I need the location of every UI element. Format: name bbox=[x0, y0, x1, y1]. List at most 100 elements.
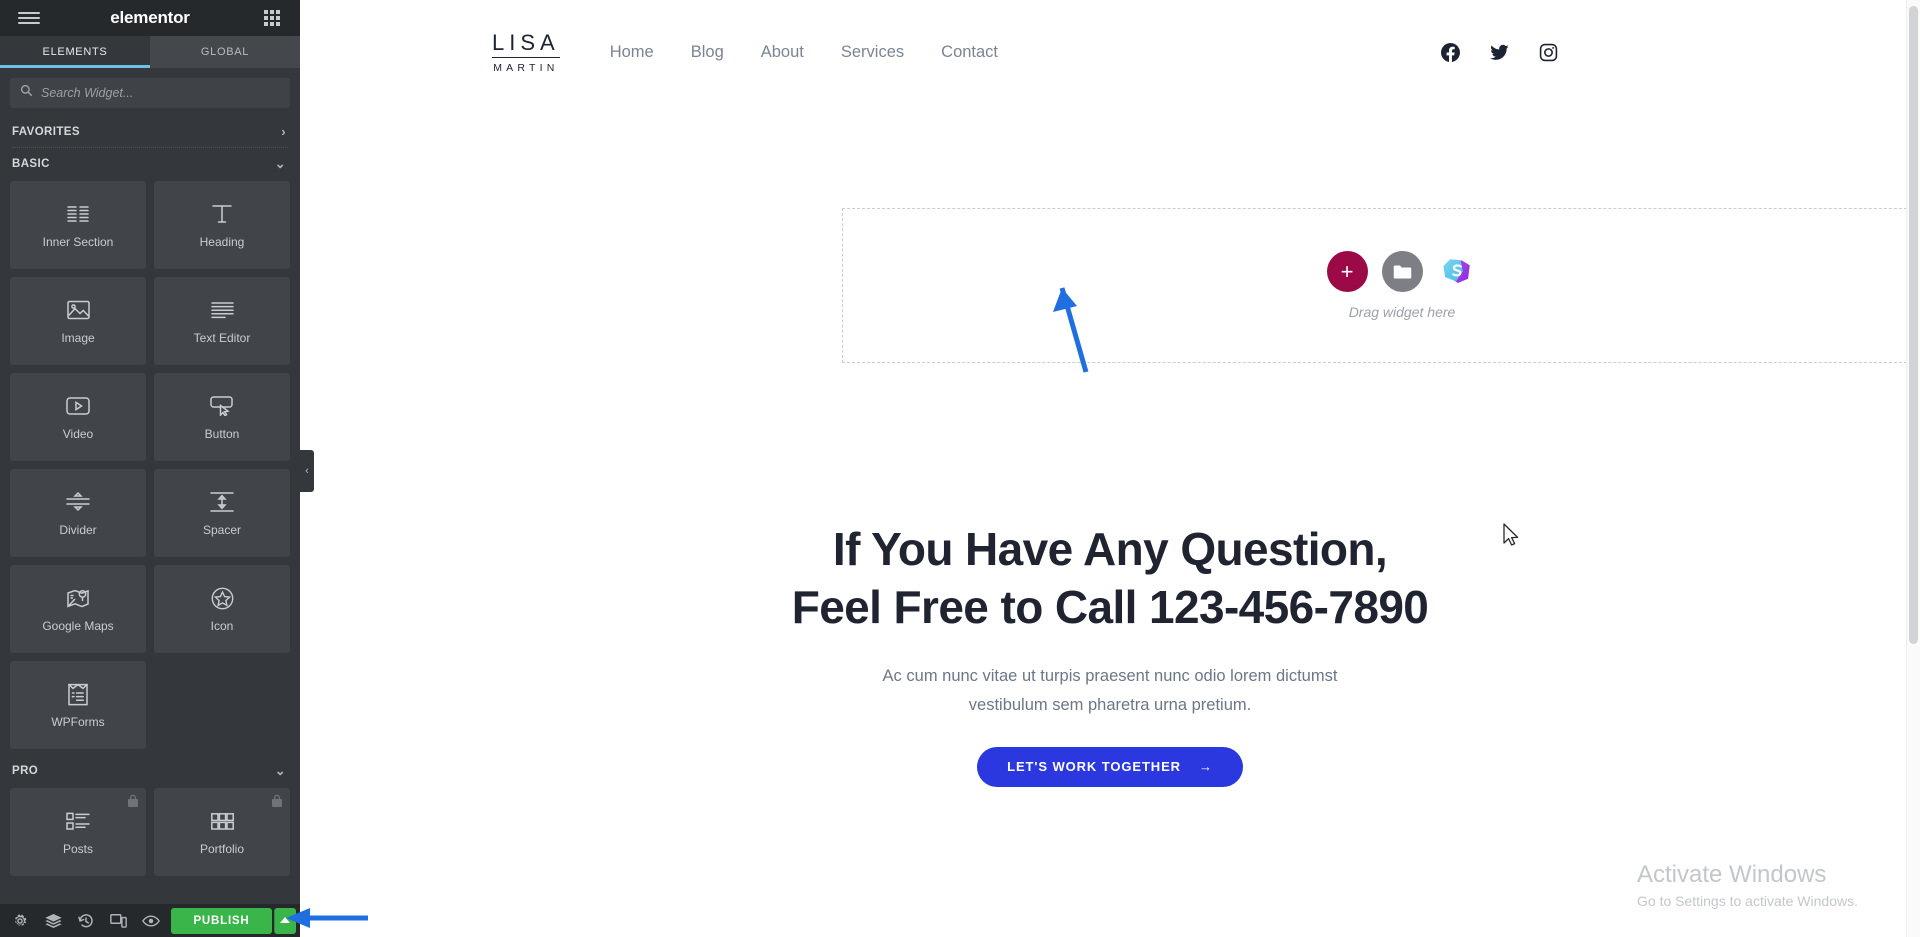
cta-label: LET'S WORK TOGETHER bbox=[1007, 759, 1181, 775]
posts-icon bbox=[66, 808, 90, 834]
site-header: LISA MARTIN Home Blog About Services Con… bbox=[300, 0, 1920, 105]
instagram-icon[interactable] bbox=[1539, 43, 1558, 62]
widget-video[interactable]: Video bbox=[10, 373, 146, 461]
search-widget-area bbox=[0, 68, 300, 116]
divider-icon bbox=[66, 489, 90, 515]
widget-icon[interactable]: Icon bbox=[154, 565, 290, 653]
search-input[interactable] bbox=[41, 86, 280, 100]
widget-button[interactable]: Button bbox=[154, 373, 290, 461]
watermark-title: Activate Windows bbox=[1637, 860, 1827, 888]
panel-tabs: ELEMENTS GLOBAL bbox=[0, 36, 300, 68]
widget-grid-pro: Posts Portfolio bbox=[0, 786, 300, 882]
section-header-pro[interactable]: PRO ⌄ bbox=[0, 755, 300, 786]
video-icon bbox=[66, 393, 90, 419]
chevron-right-icon: › bbox=[281, 124, 286, 139]
image-icon bbox=[66, 297, 90, 323]
widget-label: Inner Section bbox=[42, 235, 114, 249]
widget-portfolio[interactable]: Portfolio bbox=[154, 788, 290, 876]
section-title-basic: BASIC bbox=[12, 157, 50, 170]
nav-item-contact[interactable]: Contact bbox=[941, 43, 998, 62]
site-logo[interactable]: LISA MARTIN bbox=[492, 31, 560, 74]
publish-button[interactable]: PUBLISH bbox=[171, 907, 272, 934]
panel-body: FAVORITES › BASIC ⌄ Inner Section bbox=[0, 68, 300, 904]
google-maps-icon bbox=[66, 585, 90, 611]
panel-footer: PUBLISH bbox=[0, 904, 300, 937]
text-editor-icon bbox=[210, 297, 234, 323]
dropzone-buttons: + bbox=[1326, 251, 1478, 292]
hero-paragraph: Ac cum nunc vitae ut turpis praesent nun… bbox=[300, 662, 1920, 721]
canvas-scrollbar[interactable] bbox=[1906, 0, 1920, 937]
widget-label: WPForms bbox=[51, 715, 105, 729]
widget-label: Heading bbox=[199, 235, 245, 249]
navigator-icon[interactable] bbox=[37, 904, 70, 937]
publish-options-button[interactable] bbox=[273, 907, 297, 934]
hamburger-icon[interactable] bbox=[18, 7, 40, 29]
arrow-right-icon: → bbox=[1198, 759, 1213, 775]
panel-collapse-handle[interactable]: ‹ bbox=[300, 450, 314, 492]
logo-line-2: MARTIN bbox=[493, 61, 559, 74]
hero-heading-line-2: Feel Free to Call 123-456-7890 bbox=[791, 581, 1429, 634]
star-icon bbox=[211, 585, 234, 611]
logo-line-1: LISA bbox=[492, 31, 560, 58]
hero-paragraph-line-1: Ac cum nunc vitae ut turpis praesent nun… bbox=[882, 666, 1338, 685]
widget-label: Spacer bbox=[202, 523, 242, 537]
section-header-favorites[interactable]: FAVORITES › bbox=[0, 116, 300, 147]
nav-item-services[interactable]: Services bbox=[841, 43, 904, 62]
elementor-editor: elementor ELEMENTS GLOBAL Search Widget.… bbox=[0, 0, 1920, 937]
dropzone-label: Drag widget here bbox=[1348, 304, 1456, 320]
section-title-favorites: FAVORITES bbox=[12, 125, 80, 138]
section-header-basic[interactable]: BASIC ⌄ bbox=[0, 148, 300, 179]
widget-inner-section[interactable]: Inner Section bbox=[10, 181, 146, 269]
history-icon[interactable] bbox=[69, 904, 102, 937]
drag-widget-dropzone[interactable]: + Drag widget here bbox=[842, 208, 1920, 363]
tab-elements[interactable]: ELEMENTS bbox=[0, 36, 150, 68]
portfolio-icon bbox=[210, 808, 234, 834]
widget-label: Button bbox=[204, 427, 240, 441]
lets-work-together-button[interactable]: LET'S WORK TOGETHER → bbox=[977, 746, 1243, 787]
widget-heading[interactable]: Heading bbox=[154, 181, 290, 269]
add-new-section-button[interactable]: + bbox=[1326, 251, 1368, 292]
watermark-subtitle: Go to Settings to activate Windows. bbox=[1637, 893, 1858, 909]
widget-grid-basic: Inner Section Heading Image Text Editor … bbox=[0, 179, 300, 755]
widget-spacer[interactable]: Spacer bbox=[154, 469, 290, 557]
nav-item-home[interactable]: Home bbox=[610, 43, 654, 62]
widget-google-maps[interactable]: Google Maps bbox=[10, 565, 146, 653]
spacer-icon bbox=[210, 489, 234, 515]
chevron-down-icon: ⌄ bbox=[274, 156, 286, 171]
widget-image[interactable]: Image bbox=[10, 277, 146, 365]
facebook-icon[interactable] bbox=[1441, 43, 1460, 62]
nav-item-about[interactable]: About bbox=[761, 43, 804, 62]
grid-icon[interactable] bbox=[264, 10, 280, 26]
social-links bbox=[1441, 43, 1558, 62]
twitter-icon[interactable] bbox=[1490, 43, 1509, 62]
settings-icon[interactable] bbox=[4, 904, 37, 937]
folder-icon[interactable] bbox=[1381, 251, 1423, 292]
preview-icon[interactable] bbox=[135, 904, 168, 937]
elementor-panel: elementor ELEMENTS GLOBAL Search Widget.… bbox=[0, 0, 314, 937]
section-title-pro: PRO bbox=[12, 764, 39, 777]
widget-divider[interactable]: Divider bbox=[10, 469, 146, 557]
hero-section: If You Have Any Question, Feel Free to C… bbox=[300, 520, 1920, 787]
button-icon bbox=[210, 393, 234, 419]
heading-icon bbox=[211, 201, 233, 227]
widget-label: Portfolio bbox=[199, 842, 245, 856]
tab-global[interactable]: GLOBAL bbox=[150, 36, 300, 68]
search-icon bbox=[20, 84, 33, 102]
nav-item-blog[interactable]: Blog bbox=[691, 43, 724, 62]
widget-text-editor[interactable]: Text Editor bbox=[154, 277, 290, 365]
inner-section-icon bbox=[67, 201, 89, 227]
stax-templates-icon[interactable] bbox=[1437, 251, 1478, 292]
widget-posts[interactable]: Posts bbox=[10, 788, 146, 876]
wpforms-icon bbox=[68, 681, 88, 707]
elementor-logo-text: elementor bbox=[110, 8, 190, 27]
lock-icon bbox=[271, 794, 283, 813]
search-box[interactable] bbox=[10, 78, 290, 108]
canvas-scrollbar-thumb[interactable] bbox=[1909, 6, 1918, 644]
primary-navigation: Home Blog About Services Contact bbox=[610, 43, 998, 62]
widget-label: Icon bbox=[210, 619, 234, 633]
hero-paragraph-line-2: vestibulum sem pharetra urna pretium. bbox=[968, 696, 1252, 715]
widget-wpforms[interactable]: WPForms bbox=[10, 661, 146, 749]
hero-heading: If You Have Any Question, Feel Free to C… bbox=[300, 520, 1920, 637]
responsive-mode-icon[interactable] bbox=[102, 904, 135, 937]
widget-label: Posts bbox=[62, 842, 93, 856]
